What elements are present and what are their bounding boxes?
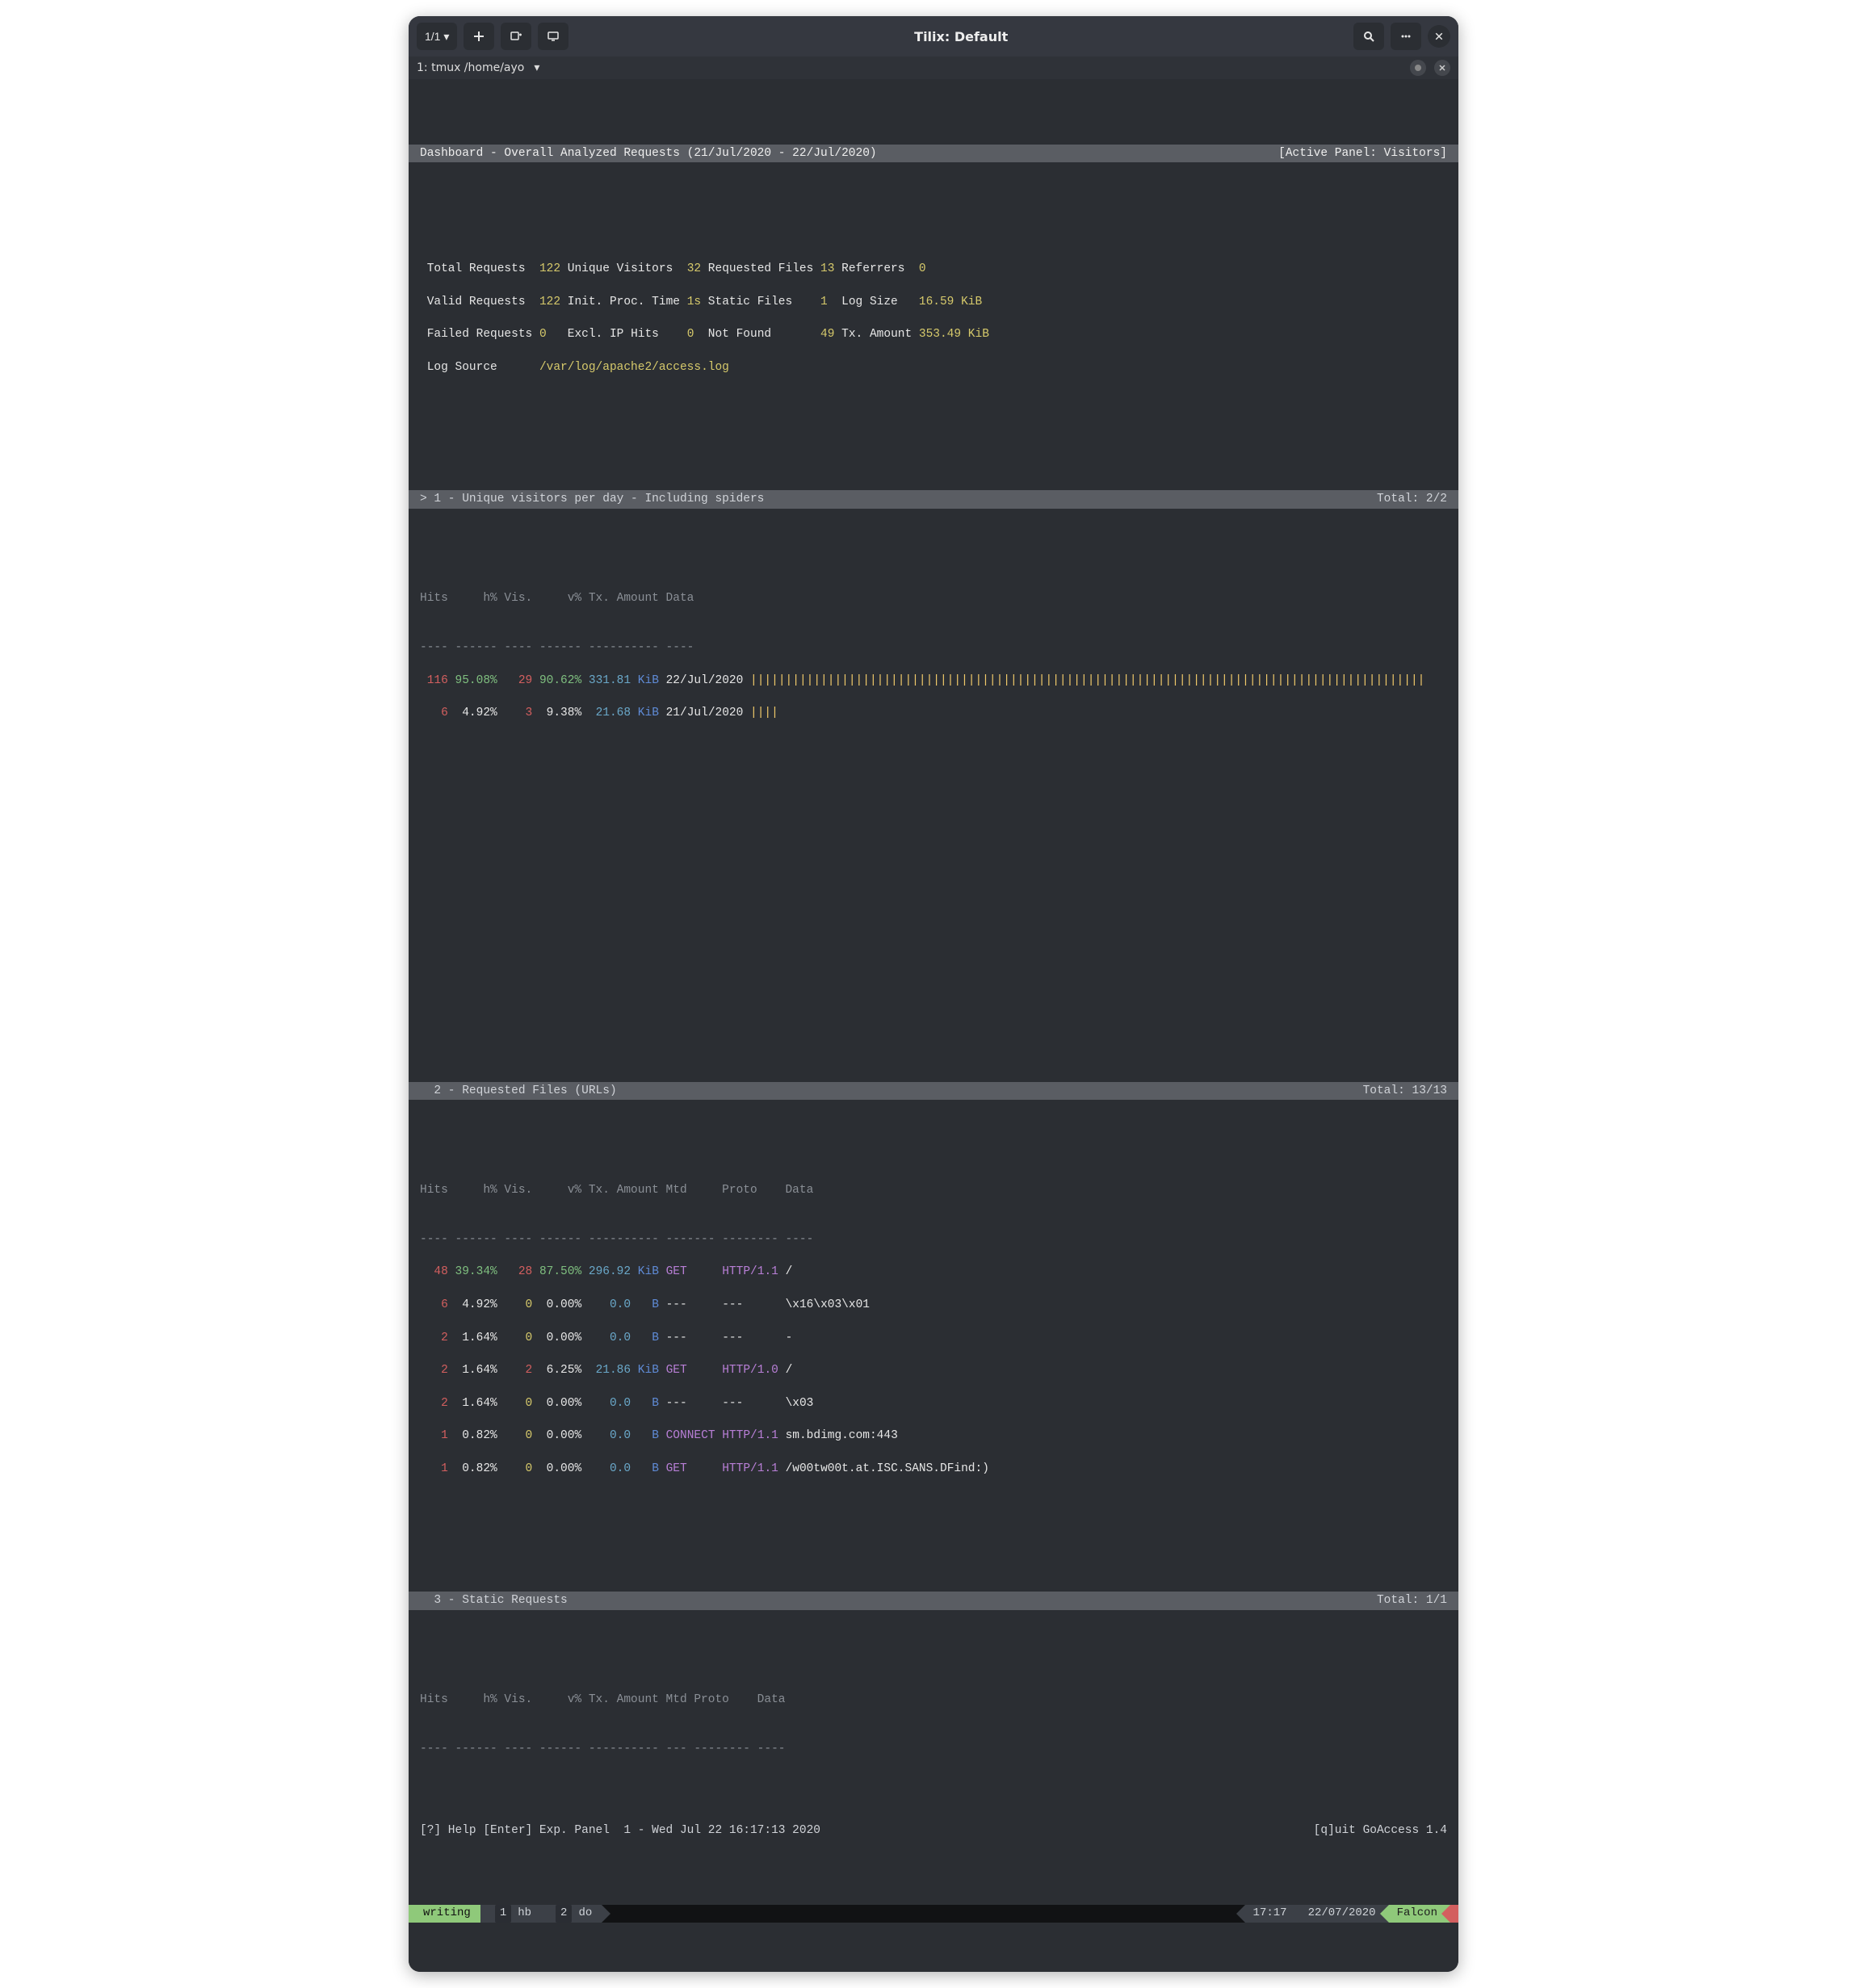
stats-line-1: Total Requests 122 Unique Visitors 32 Re… [409, 261, 1458, 277]
panel-2-total: Total: 13/13 [1363, 1083, 1447, 1099]
panel-3-total: Total: 1/1 [1377, 1592, 1447, 1608]
stats-line-3: Failed Requests 0 Excl. IP Hits 0 Not Fo… [409, 326, 1458, 342]
status-cap [1450, 1905, 1458, 1923]
table-row: 2 1.64% 0 0.00% 0.0 B --- --- - [409, 1330, 1458, 1346]
table-row: 1 0.82% 0 0.00% 0.0 B GET HTTP/1.1 /w00t… [409, 1461, 1458, 1477]
new-terminal-button[interactable] [501, 23, 531, 50]
dashboard-title: Dashboard - Overall Analyzed Requests (2… [420, 145, 877, 161]
panel-2-title: 2 - Requested Files (URLs) [420, 1083, 617, 1099]
panel-2-header[interactable]: 2 - Requested Files (URLs) Total: 13/13 [409, 1082, 1458, 1100]
table-row: 1 0.82% 0 0.00% 0.0 B CONNECT HTTP/1.1 s… [409, 1428, 1458, 1444]
titlebar: 1/1 ▾ Tilix: Default [409, 16, 1458, 57]
active-panel: [Active Panel: Visitors] [1278, 145, 1447, 161]
terminal-plus-icon [510, 30, 522, 43]
tab-notify-icon[interactable] [1410, 60, 1426, 76]
tab-bar: 1: tmux /home/ayo ▾ [409, 57, 1458, 79]
status-date: 22/07/2020 [1300, 1905, 1389, 1923]
window-title: Tilix: Default [575, 29, 1347, 44]
app-window: 1/1 ▾ Tilix: Default 1 [409, 16, 1458, 1972]
new-tab-button[interactable] [464, 23, 494, 50]
panel-1-columns: Hits h% Vis. v% Tx. Amount Data [409, 590, 1458, 606]
close-button[interactable] [1428, 25, 1450, 48]
tab-label: 1: tmux /home/ayo [417, 61, 524, 74]
footer-line: [?] Help [Enter] Exp. Panel 1 - Wed Jul … [409, 1822, 1458, 1839]
status-window-1[interactable]: 1hb [480, 1905, 541, 1923]
table-row: 2 1.64% 2 6.25% 21.86 KiB GET HTTP/1.0 / [409, 1362, 1458, 1378]
table-row: 6 4.92% 0 0.00% 0.0 B --- --- \x16\x03\x… [409, 1297, 1458, 1313]
panel-1-header[interactable]: > 1 - Unique visitors per day - Includin… [409, 490, 1458, 508]
panel-2-columns: Hits h% Vis. v% Tx. Amount Mtd Proto Dat… [409, 1182, 1458, 1198]
close-icon [1434, 31, 1444, 41]
panel-1-rules: ---- ------ ---- ------ ---------- ---- [409, 640, 1458, 656]
panel-1-total: Total: 2/2 [1377, 491, 1447, 507]
status-mode: writing [409, 1905, 480, 1923]
panel-3-title: 3 - Static Requests [420, 1592, 568, 1608]
terminal-output[interactable]: Dashboard - Overall Analyzed Requests (2… [409, 79, 1458, 1972]
stats-line-4: Log Source /var/log/apache2/access.log [409, 359, 1458, 375]
menu-button[interactable] [1391, 23, 1421, 50]
table-row: 48 39.34% 28 87.50% 296.92 KiB GET HTTP/… [409, 1264, 1458, 1280]
search-button[interactable] [1353, 23, 1384, 50]
panel-1-title: > 1 - Unique visitors per day - Includin… [420, 491, 764, 507]
footer-help: [?] Help [Enter] Exp. Panel 1 - Wed Jul … [420, 1822, 820, 1839]
panel-2-rules: ---- ------ ---- ------ ---------- -----… [409, 1231, 1458, 1248]
sync-input-button[interactable] [538, 23, 568, 50]
table-row: 2 1.64% 0 0.00% 0.0 B --- --- \x03 [409, 1395, 1458, 1411]
dots-icon [1399, 30, 1412, 43]
panel-3-columns: Hits h% Vis. v% Tx. Amount Mtd Proto Dat… [409, 1692, 1458, 1708]
monitor-icon [547, 30, 560, 43]
tmux-statusbar: writing 1hb 2do 17:17 22/07/2020 Falcon [409, 1905, 1458, 1923]
tab[interactable]: 1: tmux /home/ayo ▾ [417, 61, 539, 74]
plus-icon [472, 30, 485, 43]
session-dropdown[interactable]: 1/1 ▾ [417, 23, 457, 50]
footer-quit: [q]uit GoAccess 1.4 [1314, 1822, 1447, 1839]
close-icon [1438, 64, 1446, 72]
status-window-2[interactable]: 2do [541, 1905, 602, 1923]
tab-close-button[interactable] [1434, 60, 1450, 76]
panel-3-rules: ---- ------ ---- ------ ---------- --- -… [409, 1741, 1458, 1757]
table-row: 116 95.08% 29 90.62% 331.81 KiB 22/Jul/2… [409, 673, 1458, 689]
search-icon [1362, 30, 1375, 43]
chevron-down-icon[interactable]: ▾ [534, 61, 539, 74]
dashboard-header: Dashboard - Overall Analyzed Requests (2… [409, 145, 1458, 162]
stats-line-2: Valid Requests 122 Init. Proc. Time 1s S… [409, 294, 1458, 310]
table-row: 6 4.92% 3 9.38% 21.68 KiB 21/Jul/2020 ||… [409, 705, 1458, 721]
panel-3-header[interactable]: 3 - Static Requests Total: 1/1 [409, 1592, 1458, 1609]
